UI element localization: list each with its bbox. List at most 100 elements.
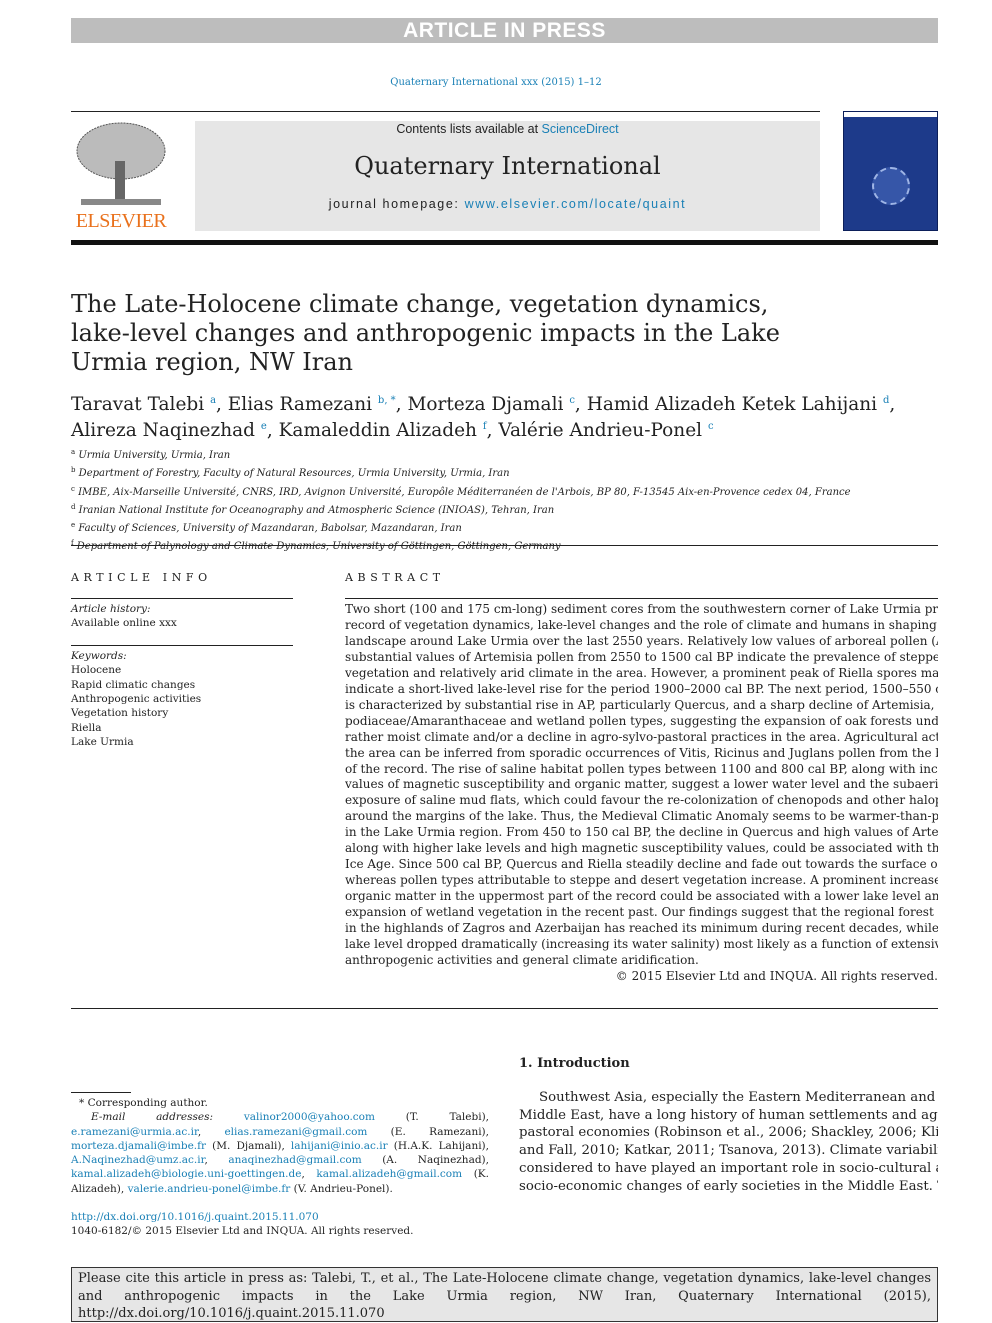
abstract-line: landscape around Lake Urmia over the las… — [345, 633, 938, 648]
email-link[interactable]: kamal.alizadeh@biologie.uni-goettingen.d… — [71, 1168, 301, 1180]
author-affiliation-marker[interactable]: c — [708, 421, 714, 432]
abstract-line: organic matter in the uppermost part of … — [345, 889, 938, 904]
abstract-line: rather moist climate and/or a decline in… — [345, 729, 938, 744]
keyword[interactable]: Riella — [71, 721, 293, 735]
keyword[interactable]: Lake Urmia — [71, 735, 293, 749]
doi-link[interactable]: http://dx.doi.org/10.1016/j.quaint.2015.… — [71, 1210, 489, 1224]
abstract-line: expansion of wetland vegetation in the r… — [345, 905, 938, 920]
introduction-line: considered to have played an important r… — [519, 1160, 938, 1176]
email-link[interactable]: A.Naqinezhad@umz.ac.ir — [71, 1154, 205, 1166]
elsevier-logo[interactable]: ELSEVIER — [71, 121, 171, 233]
abstract-line: the area can be inferred from sporadic o… — [345, 745, 938, 760]
history-value: Available online xxx — [71, 617, 177, 630]
affiliation-marker: a — [71, 448, 76, 456]
homepage-label: journal homepage: — [328, 197, 465, 211]
history-label: Article history: — [71, 603, 151, 615]
journal-title: Quaternary International — [354, 152, 661, 180]
affiliation: a Urmia University, Urmia, Iran — [71, 445, 931, 463]
journal-cover-image[interactable] — [843, 111, 938, 231]
footnote-separator — [71, 1092, 131, 1093]
email-link[interactable]: morteza.djamali@imbe.fr — [71, 1140, 206, 1152]
abstract-copyright: © 2015 Elsevier Ltd and INQUA. All right… — [615, 968, 938, 983]
affiliation-text: Faculty of Sciences, University of Mazan… — [78, 523, 462, 535]
corresponding-author-note: * Corresponding author. — [79, 1097, 208, 1109]
cover-band — [844, 112, 937, 117]
contents-text: Contents lists available at — [396, 122, 542, 136]
journal-masthead: Contents lists available at ScienceDirec… — [195, 121, 820, 231]
keyword[interactable]: Rapid climatic changes — [71, 678, 293, 692]
author-name[interactable]: Hamid Alizadeh Ketek Lahijani — [587, 394, 877, 415]
email-addresses: E-mail addresses: valinor2000@yahoo.com … — [71, 1110, 489, 1196]
abstract-line: around the margins of the lake. Thus, th… — [345, 809, 938, 824]
affiliation-marker: c — [71, 484, 75, 493]
abstract-line: in the Lake Urmia region. From 450 to 15… — [345, 825, 938, 840]
affiliation-marker: f — [71, 539, 74, 548]
author-affiliation-marker[interactable]: c — [569, 395, 575, 406]
abstract-line: along with higher lake levels and high m… — [345, 841, 938, 856]
author-affiliation-marker[interactable]: f — [483, 421, 487, 432]
introduction-line: Southwest Asia, especially the Eastern M… — [539, 1090, 938, 1105]
email-owner: (E. Ramezani), — [367, 1125, 489, 1138]
journal-reference-link[interactable]: Quaternary International xxx (2015) 1–12 — [0, 77, 992, 88]
abstract-line: Two short (100 and 175 cm-long) sediment… — [345, 602, 938, 616]
affiliation: b Department of Forestry, Faculty of Nat… — [71, 463, 931, 481]
sciencedirect-link[interactable]: ScienceDirect — [542, 122, 619, 136]
email-link[interactable]: kamal.alizadeh@gmail.com — [316, 1168, 462, 1180]
abstract-heading: ABSTRACT — [345, 571, 445, 584]
keyword-list: Holocene Rapid climatic changes Anthropoge… — [71, 663, 293, 749]
affiliation-text: Urmia University, Urmia, Iran — [78, 450, 231, 461]
email-owner: , — [204, 1154, 229, 1167]
email-link[interactable]: elias.ramezani@gmail.com — [224, 1126, 367, 1138]
author-name[interactable]: Kamaleddin Alizadeh — [279, 420, 477, 441]
abstract-line: whereas pollen types attributable to ste… — [345, 873, 938, 888]
keyword[interactable]: Anthropogenic activities — [71, 692, 293, 706]
article-info: Article history: Available online xxx Ke… — [71, 598, 293, 750]
email-link[interactable]: valerie.andrieu-ponel@imbe.fr — [128, 1183, 291, 1195]
email-link[interactable]: anaqinezhad@gmail.com — [228, 1154, 361, 1166]
article-title: The Late-Holocene climate change, vegeta… — [71, 290, 780, 376]
author-affiliation-marker[interactable]: e — [261, 421, 267, 432]
introduction-line: Middle East, have a long history of huma… — [519, 1107, 938, 1123]
abstract-line: substantial values of Artemisia pollen f… — [345, 649, 938, 664]
divider — [345, 598, 938, 599]
affiliation-marker: d — [71, 502, 76, 511]
abstract-line: exposure of saline mud flats, which coul… — [345, 793, 938, 808]
keywords-label: Keywords: — [71, 649, 127, 662]
affiliation: d Iranian National Institute for Oceanog… — [71, 500, 931, 518]
author-name[interactable]: Alireza Naqinezhad — [71, 420, 255, 441]
keyword[interactable]: Holocene — [71, 663, 293, 677]
introduction-heading: 1. Introduction — [519, 1056, 630, 1071]
author-affiliation-marker[interactable]: b, * — [378, 395, 396, 406]
abstract-line: indicate a short-lived lake-level rise f… — [345, 681, 938, 696]
abstract-line: is characterized by substantial rise in … — [345, 697, 938, 712]
introduction-line: pastoral economies (Robinson et al., 200… — [519, 1125, 938, 1141]
email-link[interactable]: lahijani@inio.ac.ir — [291, 1140, 388, 1152]
email-link[interactable]: valinor2000@yahoo.com — [244, 1111, 375, 1123]
affiliation: e Faculty of Sciences, University of Maz… — [71, 518, 931, 536]
divider — [71, 1008, 938, 1009]
homepage-link[interactable]: www.elsevier.com/locate/quaint — [465, 197, 687, 211]
cover-emblem-icon — [872, 167, 910, 205]
email-owner: (H.A.K. Lahijani), — [387, 1139, 489, 1152]
email-owner: (M. Djamali), — [206, 1139, 291, 1152]
author-name[interactable]: Elias Ramezani — [228, 394, 372, 415]
author-affiliation-marker[interactable]: a — [210, 395, 216, 406]
abstract-line: values of magnetic susceptibility and or… — [345, 777, 938, 792]
abstract-line: in the highlands of Zagros and Azerbaija… — [345, 921, 938, 936]
email-label: E-mail addresses: — [91, 1111, 244, 1124]
email-owner: (A. Naqinezhad), — [361, 1154, 489, 1167]
email-link[interactable]: e.ramezani@urmia.ac.ir — [71, 1126, 198, 1138]
abstract-line: podiaceae/Amaranthaceae and wetland poll… — [345, 713, 938, 728]
author-name[interactable]: Valérie Andrieu-Ponel — [498, 420, 702, 441]
divider — [71, 545, 938, 546]
author-affiliation-marker[interactable]: d — [883, 395, 889, 406]
keyword[interactable]: Vegetation history — [71, 706, 293, 720]
author-name[interactable]: Taravat Talebi — [71, 394, 204, 415]
affiliation-marker: e — [71, 521, 76, 530]
issn-copyright: 1040-6182/© 2015 Elsevier Ltd and INQUA.… — [71, 1225, 414, 1238]
abstract-line: Ice Age. Since 500 cal BP, Quercus and R… — [345, 857, 938, 872]
author-name[interactable]: Morteza Djamali — [407, 394, 563, 415]
email-owner: (V. Andrieu-Ponel). — [290, 1182, 393, 1195]
affiliation-text: Iranian National Institute for Oceanogra… — [78, 504, 555, 516]
introduction-line: socio-economic changes of early societie… — [519, 1178, 938, 1194]
